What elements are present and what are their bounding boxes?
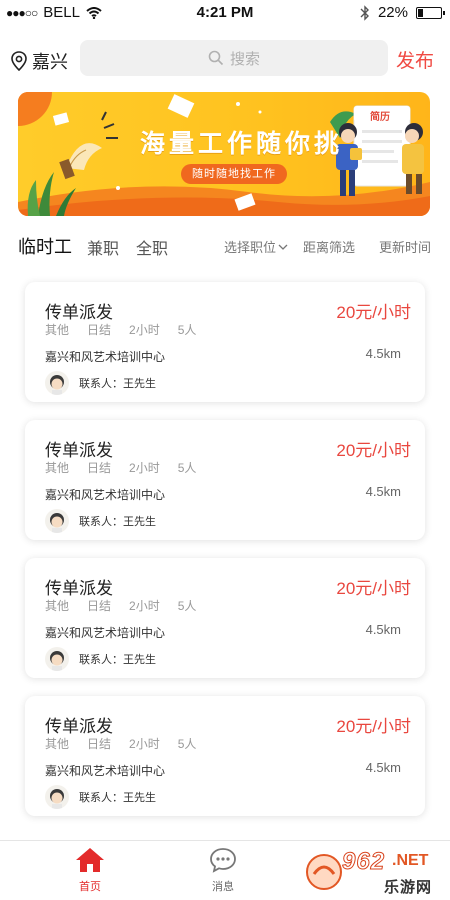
status-bar: ●●●○○ BELL 4:21 PM 22% xyxy=(0,0,450,26)
bottom-nav: 首页 消息 962 .NET 乐游网 xyxy=(0,840,450,900)
contact-name: 联系人：王先生 xyxy=(79,792,156,804)
avatar xyxy=(45,371,69,395)
tab-full-time[interactable]: 全职 xyxy=(136,235,168,259)
job-title: 传单派发 xyxy=(45,303,113,322)
avatar xyxy=(45,785,69,809)
job-tag: 其他 xyxy=(45,599,70,613)
nav-messages-label: 消息 xyxy=(212,881,234,893)
job-title: 传单派发 xyxy=(45,717,113,736)
job-salary: 20元/小时 xyxy=(336,441,411,460)
job-tags: 其他 日结 2小时 5人 xyxy=(45,459,214,476)
company-name: 嘉兴和风艺术培训中心 xyxy=(45,350,166,364)
site-watermark: 962 .NET 乐游网 xyxy=(304,846,446,898)
job-salary: 20元/小时 xyxy=(336,579,411,598)
search-icon xyxy=(208,50,224,66)
battery-icon xyxy=(416,6,445,19)
update-time-filter[interactable]: 更新时间 xyxy=(379,237,431,256)
city-selector[interactable]: 嘉兴 xyxy=(10,48,68,74)
job-tags: 其他 日结 2小时 5人 xyxy=(45,735,214,752)
home-icon xyxy=(76,848,104,872)
contact-row: 联系人：王先生 xyxy=(45,509,156,533)
contact-row: 联系人：王先生 xyxy=(45,371,156,395)
job-tag: 其他 xyxy=(45,737,70,751)
job-tags: 其他 日结 2小时 5人 xyxy=(45,321,214,338)
job-card[interactable]: 传单派发 20元/小时 其他 日结 2小时 5人 嘉兴和风艺术培训中心 4.5k… xyxy=(25,420,425,540)
top-header: 嘉兴 搜索 发布 xyxy=(0,40,450,78)
job-tag: 日结 xyxy=(87,323,112,337)
job-distance: 4.5km xyxy=(365,346,401,361)
job-card[interactable]: 传单派发 20元/小时 其他 日结 2小时 5人 嘉兴和风艺术培训中心 4.5k… xyxy=(25,696,425,816)
watermark-number: 962 xyxy=(341,848,386,876)
watermark-suffix: .NET xyxy=(392,852,429,869)
search-placeholder: 搜索 xyxy=(229,50,260,68)
search-input[interactable]: 搜索 xyxy=(80,40,388,76)
watermark-text: 乐游网 xyxy=(384,879,433,896)
job-title: 传单派发 xyxy=(45,579,113,598)
job-tag: 5人 xyxy=(177,323,197,337)
job-card[interactable]: 传单派发 20元/小时 其他 日结 2小时 5人 嘉兴和风艺术培训中心 4.5k… xyxy=(25,558,425,678)
job-distance: 4.5km xyxy=(365,622,401,637)
job-card[interactable]: 传单派发 20元/小时 其他 日结 2小时 5人 嘉兴和风艺术培训中心 4.5k… xyxy=(25,282,425,402)
position-filter-label: 选择职位 xyxy=(224,240,277,255)
job-tag: 日结 xyxy=(87,461,112,475)
nav-home[interactable]: 首页 xyxy=(50,847,130,894)
job-tags: 其他 日结 2小时 5人 xyxy=(45,597,214,614)
job-title: 传单派发 xyxy=(45,441,113,460)
job-salary: 20元/小时 xyxy=(336,717,411,736)
job-salary: 20元/小时 xyxy=(336,303,411,322)
job-tag: 2小时 xyxy=(129,323,160,337)
contact-row: 联系人：王先生 xyxy=(45,647,156,671)
promo-banner[interactable]: 简历 海量工作随你挑 随时随地找工作 xyxy=(18,92,430,216)
job-type-tabs: 临时工 兼职 全职 选择职位 距离筛选 更新时间 xyxy=(0,232,450,260)
job-tag: 2小时 xyxy=(129,737,160,751)
company-name: 嘉兴和风艺术培训中心 xyxy=(45,488,166,502)
job-tag: 5人 xyxy=(177,461,197,475)
publish-button[interactable]: 发布 xyxy=(396,46,434,73)
city-name: 嘉兴 xyxy=(32,52,68,72)
chevron-down-icon xyxy=(278,244,288,250)
nav-home-label: 首页 xyxy=(79,881,101,893)
avatar xyxy=(45,647,69,671)
job-tag: 5人 xyxy=(177,599,197,613)
job-tag: 2小时 xyxy=(129,599,160,613)
job-tag: 其他 xyxy=(45,323,70,337)
job-distance: 4.5km xyxy=(365,760,401,775)
company-name: 嘉兴和风艺术培训中心 xyxy=(45,764,166,778)
job-tag: 日结 xyxy=(87,599,112,613)
job-tag: 日结 xyxy=(87,737,112,751)
tab-part-time[interactable]: 兼职 xyxy=(87,235,119,259)
job-list: 传单派发 20元/小时 其他 日结 2小时 5人 嘉兴和风艺术培训中心 4.5k… xyxy=(25,282,425,834)
banner-title: 海量工作随你挑 xyxy=(140,130,344,158)
location-pin-icon xyxy=(11,51,27,71)
banner-subtitle: 随时随地找工作 xyxy=(181,164,287,184)
company-name: 嘉兴和风艺术培训中心 xyxy=(45,626,166,640)
avatar xyxy=(45,509,69,533)
battery-percent: 22% xyxy=(377,4,408,21)
bluetooth-icon xyxy=(360,4,369,21)
message-icon xyxy=(210,848,236,873)
job-distance: 4.5km xyxy=(365,484,401,499)
tab-temporary[interactable]: 临时工 xyxy=(18,233,72,259)
contact-name: 联系人：王先生 xyxy=(79,378,156,390)
contact-name: 联系人：王先生 xyxy=(79,516,156,528)
job-tag: 5人 xyxy=(177,737,197,751)
position-filter[interactable]: 选择职位 xyxy=(224,237,288,256)
job-tag: 其他 xyxy=(45,461,70,475)
contact-name: 联系人：王先生 xyxy=(79,654,156,666)
job-tag: 2小时 xyxy=(129,461,160,475)
nav-messages[interactable]: 消息 xyxy=(183,847,263,894)
resume-label: 简历 xyxy=(370,112,390,123)
distance-filter[interactable]: 距离筛选 xyxy=(303,237,355,256)
contact-row: 联系人：王先生 xyxy=(45,785,156,809)
